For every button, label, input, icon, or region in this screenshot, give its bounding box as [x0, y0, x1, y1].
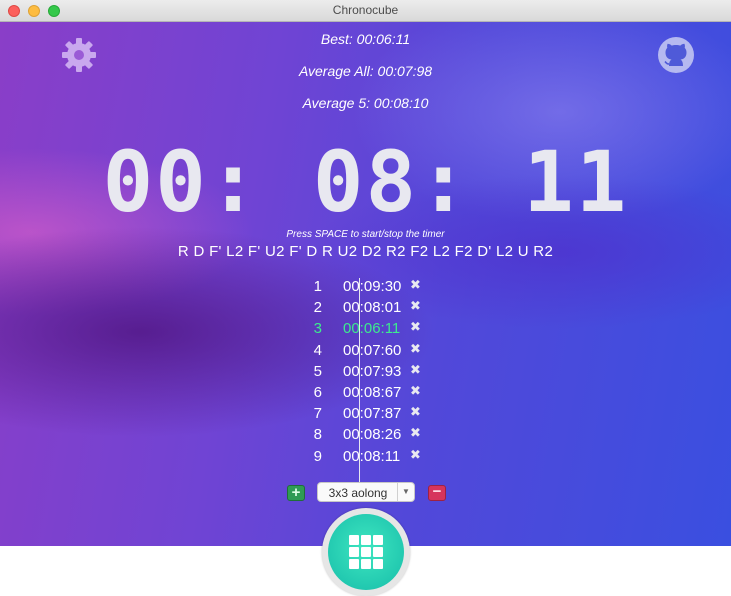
solve-number: 7	[313, 405, 322, 423]
average-all-stat: Average All: 00:07:98	[298, 63, 433, 79]
solve-time: 00:08:11	[343, 447, 401, 465]
solve-number: 1	[313, 278, 322, 295]
solve-number: 9	[313, 447, 322, 465]
remove-session-button[interactable]: −	[428, 484, 446, 501]
window-titlebar: Chronocube	[0, 0, 731, 22]
delete-solve-icon[interactable]: ✖	[410, 425, 421, 441]
solve-time: 00:08:67	[343, 383, 402, 401]
cube-icon	[349, 535, 383, 569]
best-time-stat: Best: 00:06:11	[320, 31, 411, 47]
solve-number: 5	[313, 362, 322, 380]
solve-time: 00:09:30	[343, 278, 402, 295]
delete-solve-icon[interactable]: ✖	[410, 298, 421, 314]
solve-row-best: 3 00:06:11 ✖	[300, 319, 460, 341]
cube-start-button[interactable]	[322, 508, 410, 596]
solve-row: 9 00:08:11 ✖	[300, 447, 460, 469]
delete-solve-icon[interactable]: ✖	[410, 277, 421, 293]
session-select[interactable]: 3x3 aolong ▼	[317, 482, 415, 502]
solve-row: 4 00:07:60 ✖	[300, 341, 460, 363]
solve-time: 00:08:01	[343, 299, 402, 317]
solve-number: 8	[313, 426, 322, 444]
add-session-button[interactable]: +	[287, 485, 305, 501]
scramble-text: R D F' L2 F' U2 F' D R U2 D2 R2 F2 L2 F2…	[177, 243, 554, 260]
solve-time: 00:06:11	[343, 320, 401, 338]
solve-row: 6 00:08:67 ✖	[300, 383, 460, 405]
solve-row: 7 00:07:87 ✖	[300, 404, 460, 426]
cube-button-face	[328, 514, 404, 590]
session-select-value: 3x3 aolong	[328, 486, 388, 500]
solve-row: 5 00:07:93 ✖	[300, 362, 460, 384]
delete-solve-icon[interactable]: ✖	[410, 319, 421, 335]
delete-solve-icon[interactable]: ✖	[410, 404, 421, 420]
timer-hint: Press SPACE to start/stop the timer	[286, 229, 445, 240]
average-5-stat: Average 5: 00:08:10	[302, 95, 429, 111]
solve-time: 00:07:93	[343, 362, 402, 380]
timer-display: 00: 08: 11	[102, 133, 629, 231]
solve-number: 4	[313, 341, 322, 359]
solve-row: 8 00:08:26 ✖	[300, 425, 460, 447]
delete-solve-icon[interactable]: ✖	[410, 447, 421, 463]
solve-row: 1 00:09:30 ✖	[300, 277, 460, 299]
solve-number: 6	[313, 383, 322, 401]
solve-times-list: 1 00:09:30 ✖ 2 00:08:01 ✖ 3 00:06:11 ✖ 4…	[300, 277, 460, 492]
delete-solve-icon[interactable]: ✖	[410, 383, 421, 399]
solve-time: 00:08:26	[343, 426, 402, 444]
solve-number: 2	[313, 299, 322, 317]
chevron-down-icon: ▼	[397, 483, 414, 501]
solve-number: 3	[313, 320, 322, 338]
window-title: Chronocube	[332, 3, 399, 17]
solve-time: 00:07:87	[343, 405, 402, 423]
solve-row: 2 00:08:01 ✖	[300, 298, 460, 320]
app-main: Best: 00:06:11 Average All: 00:07:98 Ave…	[0, 22, 731, 546]
delete-solve-icon[interactable]: ✖	[410, 362, 421, 378]
delete-solve-icon[interactable]: ✖	[410, 341, 421, 357]
solve-time: 00:07:60	[343, 341, 402, 359]
